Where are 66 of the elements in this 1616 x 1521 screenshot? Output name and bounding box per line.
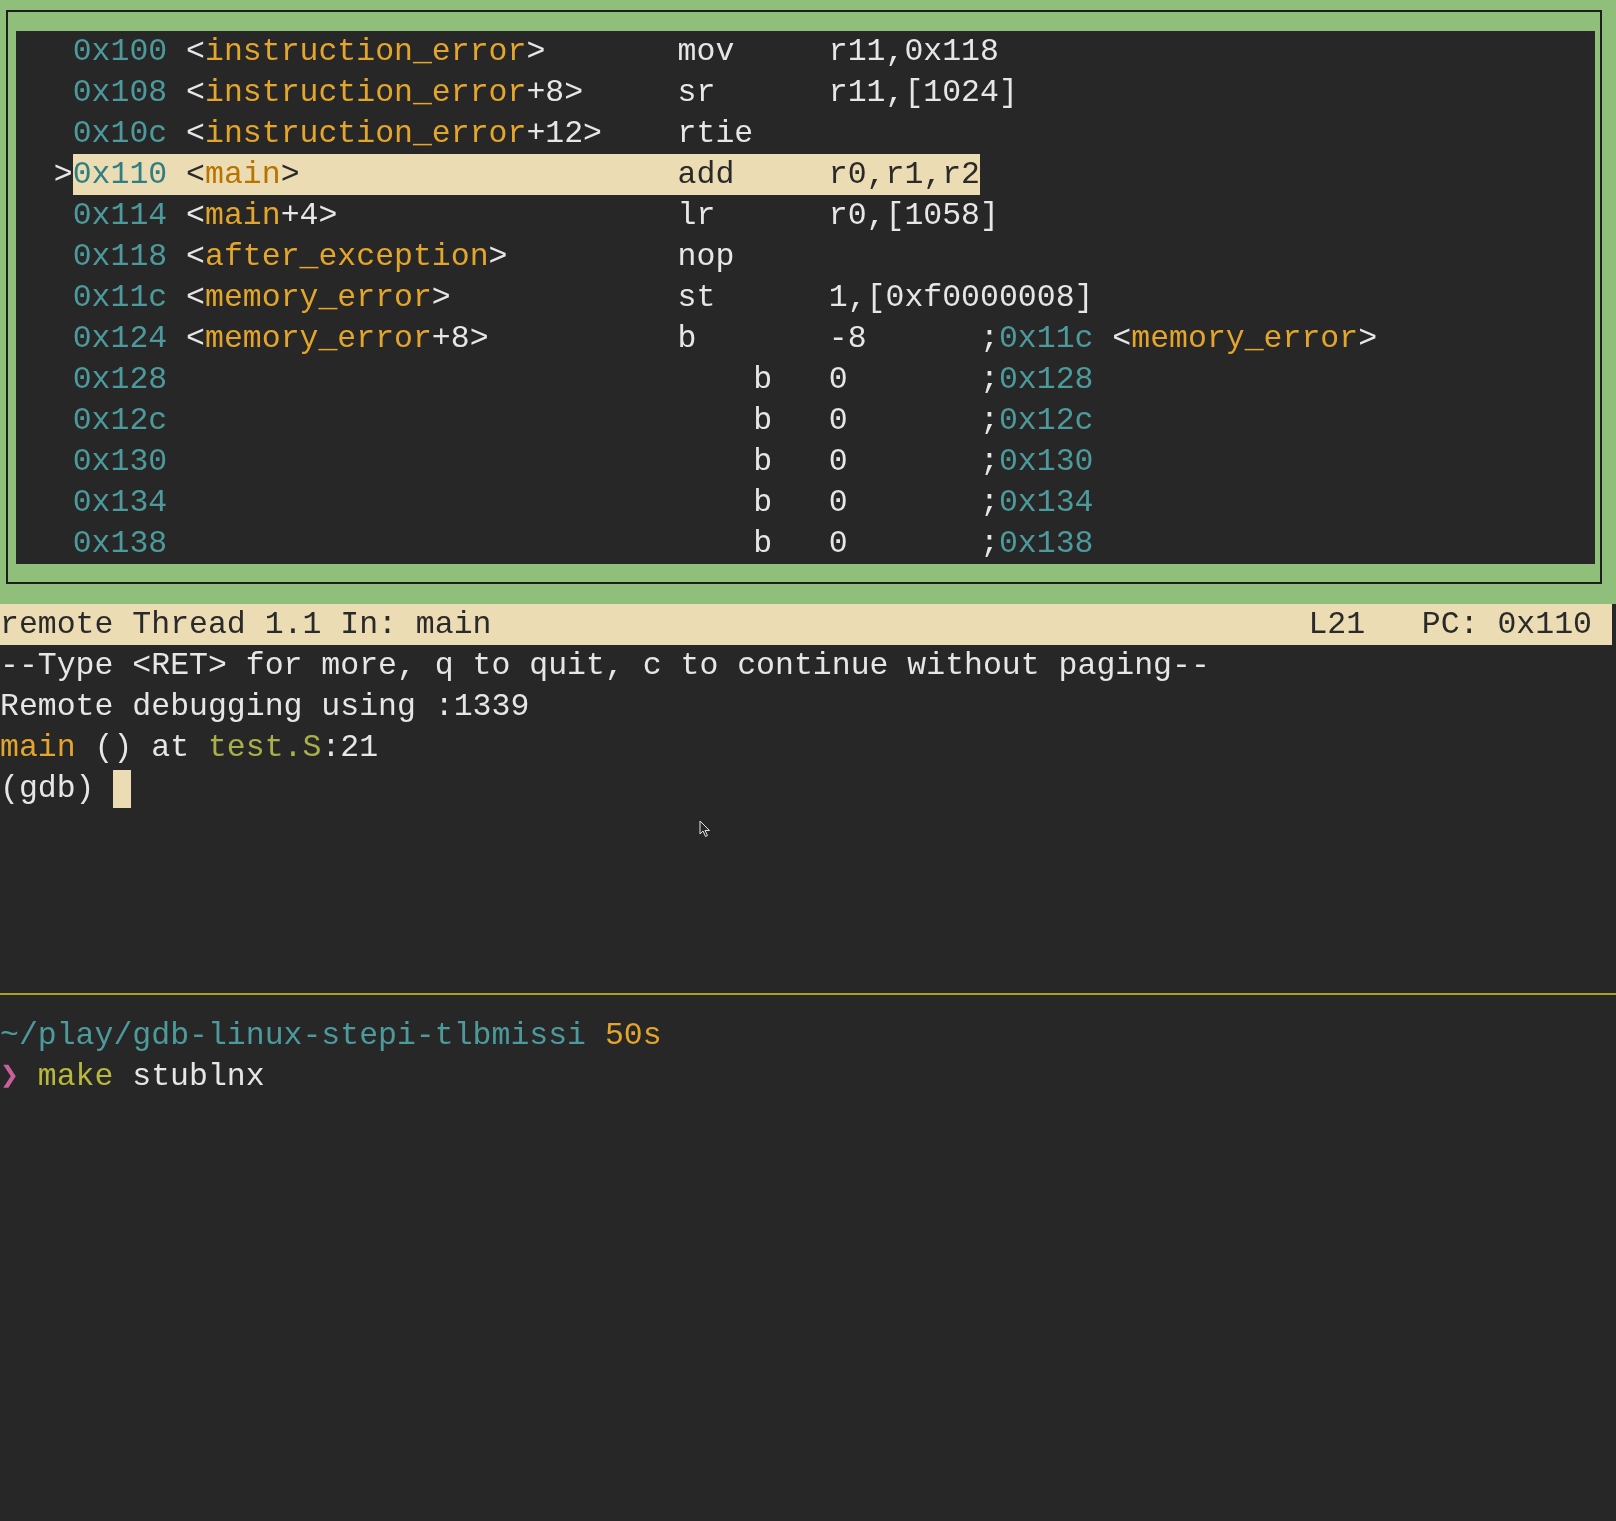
address-text: 0x124 (72, 321, 168, 356)
address-text: 0x128 (72, 362, 168, 397)
symbol-text: <after_exception> (186, 239, 508, 274)
mnemonic-text: b (753, 485, 773, 520)
operands-text: r0,[1058] (828, 198, 999, 233)
mnemonic-text: nop (677, 239, 735, 274)
operands-text: 0 (828, 485, 848, 520)
symbol-text: <instruction_error+12> (186, 116, 602, 151)
current-line-marker: > (53, 156, 73, 194)
address-text: 0x110 (72, 157, 168, 192)
symbol-text: <memory_error> (186, 280, 451, 315)
text-cursor (113, 769, 132, 808)
mnemonic-text: sr (677, 75, 716, 110)
console-line: Remote debugging using :1339 (0, 688, 530, 726)
address-text: 0x100 (72, 34, 168, 69)
command-duration: 50s (604, 1017, 662, 1055)
operands-text: 0 (828, 444, 848, 479)
status-line-text: L21 (1308, 606, 1366, 644)
operands-text: 0 (828, 526, 848, 561)
comment-text: ;0x128 (980, 361, 1094, 399)
mnemonic-text: rtie (677, 116, 754, 151)
comment-text: ;0x130 (980, 443, 1094, 481)
mnemonic-text: b (677, 321, 697, 356)
mnemonic-text: mov (677, 34, 735, 69)
mnemonic-text: lr (677, 198, 716, 233)
address-text: 0x114 (72, 198, 168, 233)
command-text: make (37, 1058, 114, 1096)
address-text: 0x130 (72, 444, 168, 479)
comment-text: ;0x134 (980, 484, 1094, 522)
comment-text: ;0x12c (980, 402, 1094, 440)
comment-text: ;0x138 (980, 525, 1094, 563)
symbol-text: <main> (186, 157, 300, 192)
command-argument: stublnx (132, 1058, 265, 1096)
mnemonic-text: b (753, 526, 773, 561)
console-line: main () at test.S:21 (0, 729, 379, 767)
operands-text: r11,0x118 (828, 34, 999, 69)
symbol-text: <memory_error+8> (186, 321, 489, 356)
symbol-text: <instruction_error+8> (186, 75, 584, 110)
operands-text: 0 (828, 362, 848, 397)
address-text: 0x138 (72, 526, 168, 561)
operands-text: r0,r1,r2 (828, 157, 981, 192)
directory-path: ~/play/gdb-linux-stepi-tlbmissi (0, 1017, 586, 1055)
address-text: 0x134 (72, 485, 168, 520)
mnemonic-text: b (753, 403, 773, 438)
mnemonic-text: add (677, 157, 735, 192)
mnemonic-text: b (753, 362, 773, 397)
operands-text: 0 (828, 403, 848, 438)
symbol-text: <instruction_error> (186, 34, 546, 69)
comment-text: ;0x11c <memory_error> (980, 320, 1378, 358)
operands-text: -8 (828, 321, 867, 356)
address-text: 0x108 (72, 75, 168, 110)
console-line: --Type <RET> for more, q to quit, c to continue without paging-- (0, 647, 1210, 685)
symbol-text: <main+4> (186, 198, 338, 233)
mnemonic-text: b (753, 444, 773, 479)
operands-text: r11,[1024] (828, 75, 1018, 110)
mouse-pointer-icon (699, 820, 711, 838)
address-text: 0x118 (72, 239, 168, 274)
address-text: 0x12c (72, 403, 168, 438)
mnemonic-text: st (677, 280, 716, 315)
status-target-text: remote Thread 1.1 In: main (0, 606, 492, 644)
address-text: 0x10c (72, 116, 168, 151)
status-pc-text: PC: 0x110 (1421, 606, 1592, 644)
shell-prompt-symbol: ❯ (0, 1058, 20, 1096)
operands-text: 1,[0xf0000008] (828, 280, 1094, 315)
address-text: 0x11c (72, 280, 168, 315)
gdb-prompt: (gdb) (0, 770, 96, 808)
